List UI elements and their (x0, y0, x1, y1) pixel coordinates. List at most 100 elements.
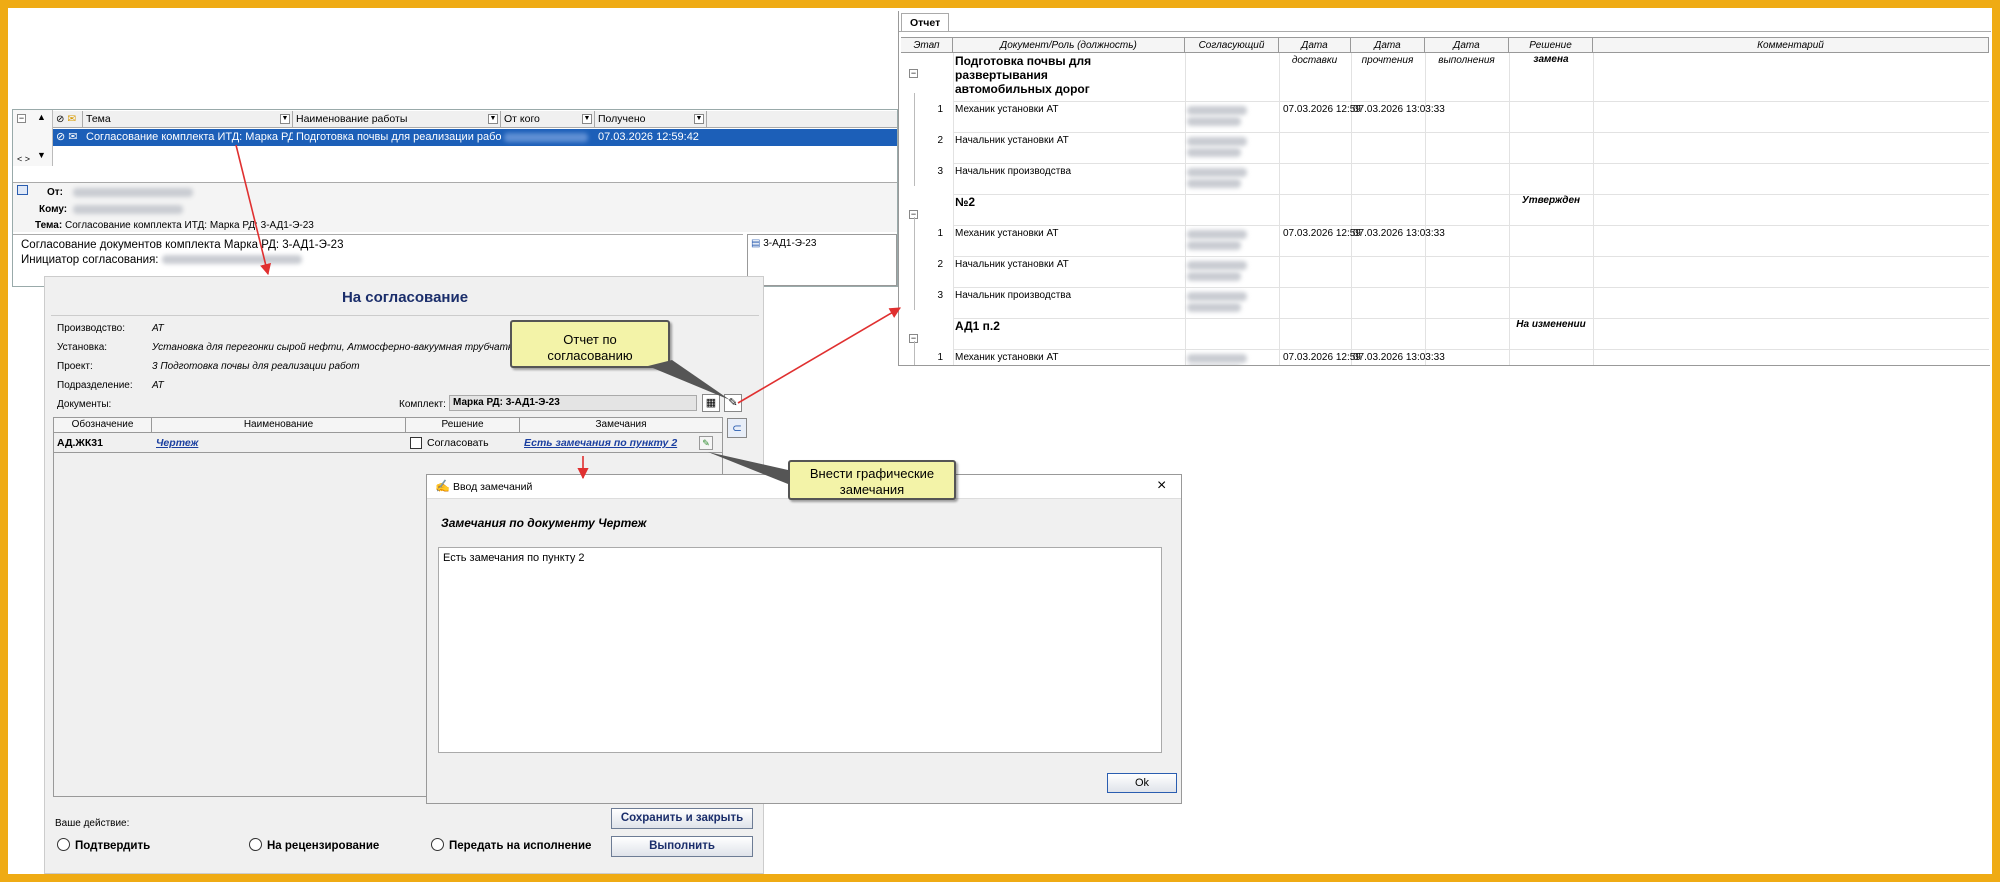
delivery-date: 07.03.2026 12:59 (1283, 228, 1361, 239)
row-subject: Согласование комплекта ИТД: Марка РД: 3-… (86, 131, 293, 143)
report-column-header[interactable]: Комментарий (1593, 38, 1989, 53)
blurred-approver-2 (1187, 241, 1241, 250)
from-label: От: (47, 187, 64, 198)
field-label: Проект: (57, 361, 93, 372)
chevron-down-icon[interactable]: ▼ (280, 114, 290, 124)
scroll-up-icon[interactable]: ▲ (37, 112, 46, 122)
field-label: Подразделение: (57, 380, 133, 391)
attachment-item[interactable]: ▤ 3-АД1-Э-23 (751, 238, 893, 249)
chevron-down-icon[interactable]: ▼ (582, 114, 592, 124)
tree-connector (914, 124, 915, 155)
report-column-header[interactable]: Документ/Роль (должность) (953, 38, 1185, 53)
radio-execute[interactable]: Передать на исполнение (431, 838, 591, 852)
subject-label: Тема: (35, 220, 63, 231)
report-icon[interactable]: ✎ (724, 394, 742, 412)
approval-title: На согласование (341, 289, 469, 306)
chevron-down-icon[interactable]: ▼ (488, 114, 498, 124)
tree-connector (914, 279, 915, 310)
stage-decision: Утвержден (1521, 195, 1581, 206)
edit-icon: ✍ (435, 479, 450, 493)
document-icon: ▤ (751, 238, 761, 249)
remarks-dialog: ✍ Ввод замечаний × Замечания по документ… (426, 474, 1182, 804)
row-number: 1 (937, 352, 943, 363)
report-row-divider (953, 132, 1989, 133)
column-subject[interactable]: Тема ▼ (83, 111, 293, 128)
report-window: Отчет Этап Документ/Роль (должность) Согла… (898, 11, 1991, 366)
grid-header: Обозначение (54, 418, 152, 433)
collapse-icon[interactable]: − (17, 114, 26, 123)
chevron-down-icon[interactable]: ▼ (694, 114, 704, 124)
report-row-divider (953, 349, 1989, 350)
body-line-2: Инициатор согласования: (21, 253, 735, 268)
report-column-header[interactable]: Согласующий (1185, 38, 1279, 53)
remarks-link[interactable]: Есть замечания по пункту 2 (524, 437, 677, 449)
report-column-header[interactable]: Решение (1509, 38, 1593, 53)
read-date: 07.03.2026 13:03:33 (1353, 228, 1445, 239)
field-value: 3 Подготовка почвы для реализации работ (152, 361, 360, 372)
mail-tree-pane: − ▲ ▼ < > (13, 110, 53, 166)
blurred-approver-2 (1187, 303, 1241, 312)
grid-header: Решение (406, 418, 520, 433)
stage-decision: замена (1533, 54, 1569, 65)
book-icon[interactable]: ▦ (702, 394, 720, 412)
action-label: Ваше действие: (55, 818, 130, 829)
row-number: 2 (937, 135, 943, 146)
radio-circle[interactable] (431, 838, 444, 851)
kit-field[interactable]: Марка РД: 3-АД1-Э-23 (449, 395, 697, 411)
role-name: Механик установки АТ (955, 352, 1059, 363)
radio-circle[interactable] (249, 838, 262, 851)
attachment-icon: ⊘ (56, 114, 65, 125)
decision-label: Согласовать (427, 437, 489, 449)
scroll-down-icon[interactable]: ▼ (37, 150, 46, 160)
blurred-approver (1187, 137, 1247, 146)
row-received: 07.03.2026 12:59:42 (598, 131, 699, 143)
column-work[interactable]: Наименование работы ▼ (293, 111, 501, 128)
blurred-approver (1187, 354, 1247, 363)
report-row-divider (953, 287, 1989, 288)
dialog-heading: Замечания по документу Чертеж (441, 516, 647, 530)
radio-circle[interactable] (57, 838, 70, 851)
blurred-initiator (161, 255, 302, 265)
field-value: АТ (152, 323, 164, 334)
tree-connector (914, 341, 915, 365)
radio-confirm[interactable]: Подтвердить (57, 838, 150, 852)
column-from[interactable]: От кого ▼ (501, 111, 595, 128)
collapse-icon[interactable]: − (909, 69, 918, 78)
scroll-left-right-icon[interactable]: < > (17, 154, 30, 164)
tab-underline (899, 31, 1991, 32)
column-received[interactable]: Получено ▼ (595, 111, 707, 128)
report-column-header[interactable]: Дата выполнения (1425, 38, 1509, 66)
report-header-row: Этап Документ/Роль (должность) Согласующий… (901, 37, 1989, 66)
execute-button[interactable]: Выполнить (611, 836, 753, 857)
mail-row-selected[interactable]: ⊘ ✉ Согласование комплекта ИТД: Марка РД… (53, 129, 897, 146)
blurred-approver (1187, 106, 1247, 115)
close-icon[interactable]: × (1157, 477, 1166, 495)
report-row-divider (953, 163, 1989, 164)
tab-report[interactable]: Отчет (901, 13, 950, 31)
report-column-header[interactable]: Дата прочтения (1351, 38, 1425, 66)
field-label: Установка: (57, 342, 108, 353)
role-name: Механик установки АТ (955, 104, 1059, 115)
doc-name-link[interactable]: Чертеж (156, 437, 198, 449)
ok-button[interactable]: Ok (1107, 773, 1177, 793)
blurred-approver (1187, 230, 1247, 239)
report-column-header[interactable]: Этап (901, 38, 953, 53)
blurred-to (73, 205, 183, 214)
save-and-close-button[interactable]: Сохранить и закрыть (611, 808, 753, 829)
pencil-icon[interactable]: ✎ (699, 436, 713, 450)
table-row[interactable]: АД.ЖК31 Чертеж Согласовать Есть замечани… (54, 434, 722, 452)
paperclip-icon[interactable]: ⊂ (727, 418, 747, 438)
envelope-icon: ✉ (67, 113, 77, 125)
row-divider (54, 452, 722, 453)
row-from (501, 129, 595, 146)
role-name: Механик установки АТ (955, 228, 1059, 239)
radio-review[interactable]: На рецензирование (249, 838, 379, 852)
decision-checkbox[interactable] (410, 437, 422, 449)
stage-title: Подготовка почвы для развертывания автом… (955, 54, 1092, 96)
tree-connector (914, 93, 915, 124)
report-row-divider (953, 101, 1989, 102)
blurred-approver-2 (1187, 148, 1241, 157)
remarks-textarea[interactable]: Есть замечания по пункту 2 (438, 547, 1162, 753)
grid-header: Наименование (152, 418, 406, 433)
report-column-header[interactable]: Дата доставки (1279, 38, 1351, 66)
